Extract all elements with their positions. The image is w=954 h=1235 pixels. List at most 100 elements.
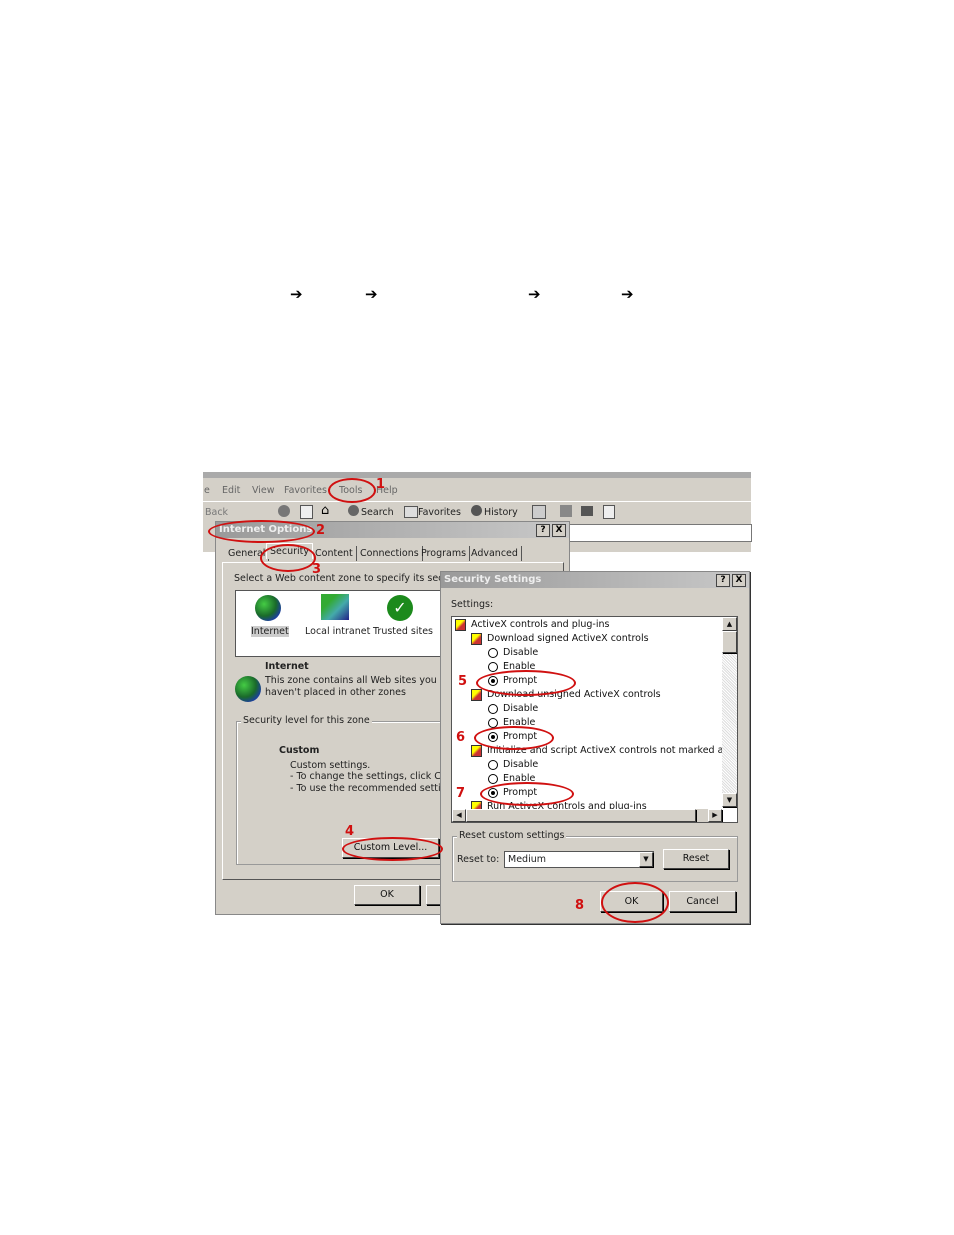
level-line: Custom settings.: [290, 760, 371, 771]
annotation-ellipse: [476, 670, 576, 696]
ok-button[interactable]: OK: [354, 885, 420, 905]
scroll-right-button[interactable]: ▶: [708, 809, 722, 822]
history-button[interactable]: History: [484, 507, 518, 518]
tab-content[interactable]: Content: [312, 546, 357, 561]
item-label: Disable: [503, 647, 539, 658]
favorites-button[interactable]: Favorites: [418, 507, 461, 518]
discuss-icon[interactable]: [603, 505, 615, 519]
zone-desc: This zone contains all Web sites you: [265, 675, 437, 686]
zone-internet[interactable]: Internet: [251, 626, 289, 637]
arrow-right-icon: ➔: [290, 285, 303, 303]
menu-favorites[interactable]: Favorites: [284, 485, 327, 496]
annotation-ellipse: [342, 837, 443, 861]
zone-desc: haven't placed in other zones: [265, 687, 406, 698]
reset-to-label: Reset to:: [457, 854, 500, 865]
chevron-down-icon[interactable]: ▼: [639, 852, 653, 867]
reset-to-select[interactable]: Medium ▼: [504, 851, 654, 868]
search-button[interactable]: Search: [361, 507, 394, 518]
menu-view[interactable]: View: [252, 485, 275, 496]
setting-icon: [455, 618, 466, 631]
globe-icon: [235, 676, 261, 702]
annotation-ellipse: [601, 882, 669, 923]
favorites-icon: [404, 506, 418, 518]
item-label: Disable: [503, 703, 539, 714]
radio-option[interactable]: Disable: [488, 702, 538, 716]
scroll-down-button[interactable]: ▼: [722, 793, 737, 807]
annotation-ellipse: [480, 782, 574, 806]
refresh-icon[interactable]: [300, 505, 313, 519]
help-button[interactable]: ?: [536, 524, 550, 537]
annotation-ellipse: [474, 726, 554, 750]
horizontal-scrollbar[interactable]: ◀ ▶: [452, 809, 722, 822]
step-number: 7: [456, 786, 466, 801]
radio-option[interactable]: Disable: [488, 758, 538, 772]
tab-programs[interactable]: Programs: [418, 546, 471, 561]
radio-icon[interactable]: [488, 773, 498, 784]
step-number: 1: [376, 477, 386, 492]
dialog-title: Security Settings: [441, 572, 749, 588]
zone-local-intranet[interactable]: Local intranet: [305, 626, 370, 637]
scroll-left-button[interactable]: ◀: [452, 809, 466, 822]
zone-trusted-sites[interactable]: Trusted sites: [373, 626, 433, 637]
tab-connections[interactable]: Connections: [357, 546, 423, 561]
setting-item: Download signed ActiveX controls: [471, 632, 649, 646]
setting-icon: [471, 632, 482, 645]
scroll-thumb[interactable]: [722, 631, 737, 653]
intranet-icon: [321, 594, 349, 620]
divider: [203, 501, 751, 502]
checkmark-icon: ✓: [387, 595, 413, 621]
scroll-up-button[interactable]: ▲: [722, 617, 737, 631]
address-bar[interactable]: [568, 524, 752, 542]
tab-advanced[interactable]: Advanced: [468, 546, 522, 561]
back-button[interactable]: Back: [205, 507, 228, 518]
step-number: 4: [345, 824, 355, 839]
menu-item[interactable]: e: [204, 485, 210, 496]
arrow-right-icon: ➔: [528, 285, 541, 303]
setting-icon: [471, 744, 482, 757]
search-icon: [348, 505, 359, 516]
close-button[interactable]: X: [732, 574, 746, 587]
radio-icon[interactable]: [488, 703, 498, 714]
browser-titlebar: [203, 472, 751, 478]
print-icon[interactable]: [560, 505, 572, 517]
close-button[interactable]: X: [552, 524, 566, 537]
radio-icon[interactable]: [488, 759, 498, 770]
help-button[interactable]: ?: [716, 574, 730, 587]
selected-value: Medium: [508, 854, 546, 865]
stop-icon[interactable]: [278, 505, 290, 517]
group-label: Reset custom settings: [457, 830, 567, 841]
arrow-right-icon: ➔: [365, 285, 378, 303]
level-name: Custom: [279, 745, 320, 756]
item-label: Disable: [503, 759, 539, 770]
scroll-thumb[interactable]: [466, 809, 696, 822]
annotation-ellipse: [328, 478, 376, 503]
setting-item: ActiveX controls and plug-ins: [455, 618, 609, 632]
home-icon[interactable]: ⌂: [321, 503, 329, 518]
document-page: ➔ ➔ ➔ ➔ e Edit View Favorites Tools Help…: [0, 0, 954, 1235]
level-line: - To use the recommended settings, click…: [290, 783, 440, 794]
step-number: 3: [312, 562, 322, 577]
radio-icon[interactable]: [488, 717, 498, 728]
annotation-ellipse: [260, 544, 316, 572]
menu-edit[interactable]: Edit: [222, 485, 240, 496]
radio-icon[interactable]: [488, 647, 498, 658]
annotation-ellipse: [208, 520, 315, 543]
mail-icon[interactable]: [532, 505, 546, 519]
setting-icon: [471, 688, 482, 701]
reset-button[interactable]: Reset: [663, 849, 729, 869]
vertical-scrollbar[interactable]: ▲ ▼: [722, 617, 737, 807]
settings-label: Settings:: [451, 599, 494, 610]
item-label: Download signed ActiveX controls: [487, 633, 649, 644]
step-number: 8: [575, 898, 585, 913]
step-number: 2: [316, 523, 326, 538]
item-label: ActiveX controls and plug-ins: [471, 619, 610, 630]
step-number: 5: [458, 674, 468, 689]
edit-icon[interactable]: [581, 506, 593, 516]
level-line: - To change the settings, click Custom L…: [290, 771, 440, 782]
group-label: Security level for this zone: [241, 715, 372, 726]
radio-icon[interactable]: [488, 661, 498, 672]
level-desc: Custom Custom settings. - To change the …: [279, 744, 440, 804]
radio-option[interactable]: Disable: [488, 646, 538, 660]
history-icon: [471, 505, 482, 516]
cancel-button[interactable]: Cancel: [669, 891, 736, 912]
